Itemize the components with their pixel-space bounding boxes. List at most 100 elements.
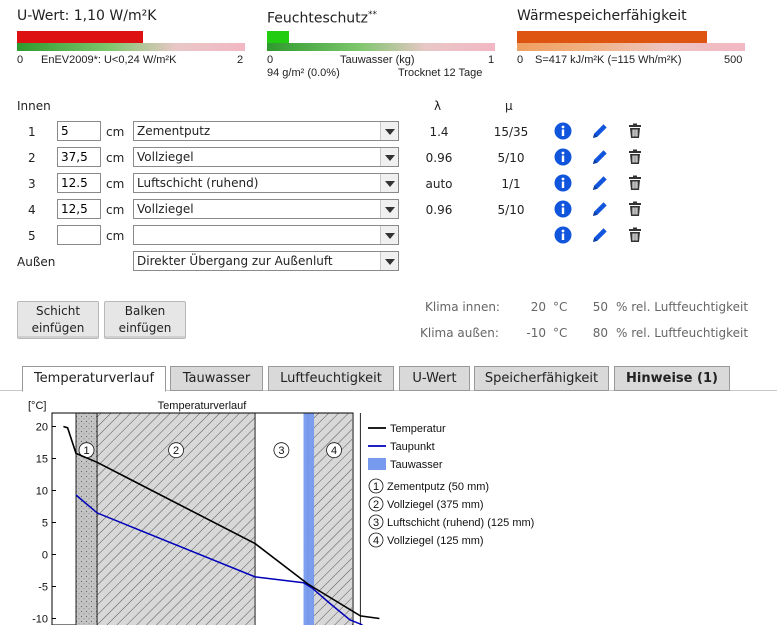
layer-thickness-input[interactable] <box>57 225 101 245</box>
tab-speicherfaehigkeit[interactable]: Speicherfähigkeit <box>474 366 609 391</box>
layer-material-select[interactable]: Vollziegel <box>133 199 399 219</box>
y-axis-label: [°C] <box>28 400 46 412</box>
layer-thickness-input[interactable] <box>57 121 101 141</box>
layer-material-value: Luftschicht (ruhend) <box>137 176 259 190</box>
feuchte-scale-max: 1 <box>488 54 495 66</box>
aussen-select[interactable]: Direkter Übergang zur Außenluft <box>133 251 399 271</box>
chart-title: Temperaturverlauf <box>158 400 248 412</box>
pencil-icon[interactable] <box>590 147 610 167</box>
layer-mu: 15/35 <box>493 125 529 139</box>
legend-layer-number: 1 <box>373 481 379 493</box>
info-icon[interactable] <box>553 225 573 245</box>
y-tick-label: 0 <box>42 550 48 562</box>
layer-material-select[interactable]: Zementputz <box>133 121 399 141</box>
speicher-bar-fill <box>517 31 707 43</box>
klima-aussen-label: Klima außen: <box>420 326 499 340</box>
layer-thickness-input[interactable] <box>57 199 101 219</box>
layer-number: 4 <box>28 203 36 217</box>
layer-mu: 1/1 <box>501 177 521 191</box>
tab-tauwasser[interactable]: Tauwasser <box>170 366 263 391</box>
chevron-down-icon <box>380 148 398 166</box>
feuchte-bar-fill <box>267 31 289 43</box>
trash-icon[interactable] <box>625 199 645 219</box>
layer-thickness-input[interactable] <box>57 147 101 167</box>
klima-innen-temp-unit: °C <box>553 300 568 314</box>
info-icon[interactable] <box>553 199 573 219</box>
feuchteschutz-title: Feuchteschutz** <box>267 10 378 27</box>
legend-layer-label: Zementputz (50 mm) <box>387 481 489 493</box>
layer-lambda: auto <box>425 177 453 191</box>
y-tick-label: -5 <box>38 582 48 594</box>
info-icon[interactable] <box>553 173 573 193</box>
klima-aussen-hum[interactable]: 80 <box>584 326 608 340</box>
layer-lambda: 1.4 <box>429 125 449 139</box>
chevron-down-icon <box>380 252 398 270</box>
layer-mu: 5/10 <box>497 203 525 217</box>
layer-lambda: 0.96 <box>425 203 453 217</box>
klima-innen-temp[interactable]: 20 <box>518 300 546 314</box>
layer-material-value: Vollziegel <box>137 150 194 164</box>
layer-material-value: Vollziegel <box>137 202 194 216</box>
pencil-icon[interactable] <box>590 199 610 219</box>
layer-unit: cm <box>106 229 125 243</box>
layer-material-select[interactable]: Luftschicht (ruhend) <box>133 173 399 193</box>
pencil-icon[interactable] <box>590 121 610 141</box>
layer-unit: cm <box>106 177 125 191</box>
trash-icon[interactable] <box>625 121 645 141</box>
layer-marker-label: 2 <box>173 445 179 457</box>
tab-luftfeuchtigkeit[interactable]: Luftfeuchtigkeit <box>268 366 394 391</box>
feuchte-sub-right: Trocknet 12 Tage <box>398 67 483 79</box>
speicher-scale-gradient <box>517 43 745 51</box>
trash-icon[interactable] <box>625 225 645 245</box>
feuchte-scale-gradient <box>267 43 495 51</box>
uwert-bar-fill <box>17 31 143 43</box>
layer-unit: cm <box>106 125 125 139</box>
uwert-scale-gradient <box>17 43 245 51</box>
legend-layer-label: Luftschicht (ruhend) (125 mm) <box>387 517 534 529</box>
legend-layer-label: Vollziegel (125 mm) <box>387 535 484 547</box>
uwert-scale-min: 0 <box>17 54 24 66</box>
balken-einfuegen-label-2: einfügen <box>118 321 172 335</box>
tab-hinweise[interactable]: Hinweise (1) <box>614 366 730 391</box>
balken-einfuegen-button[interactable]: Balken einfügen <box>104 301 186 339</box>
innen-label: Innen <box>17 99 51 113</box>
layer-marker-label: 3 <box>278 445 284 457</box>
layer-number: 5 <box>28 229 36 243</box>
y-tick-label: 20 <box>36 422 48 434</box>
feuchte-bar <box>267 31 495 56</box>
layer-material-select[interactable] <box>133 225 399 245</box>
layer-number: 2 <box>28 151 36 165</box>
legend-layer-number: 4 <box>373 535 379 547</box>
tab-temperaturverlauf[interactable]: Temperaturverlauf <box>22 366 166 392</box>
layer-unit: cm <box>106 203 125 217</box>
speicher-bar <box>517 31 745 56</box>
feuchte-sub-left: 94 g/m² (0.0%) <box>267 67 340 79</box>
layer-material-value: Zementputz <box>137 124 211 138</box>
uwert-scale-max: 2 <box>237 54 244 66</box>
pencil-icon[interactable] <box>590 225 610 245</box>
layer-thickness-input[interactable] <box>57 173 101 193</box>
schicht-einfuegen-button[interactable]: Schicht einfügen <box>17 301 99 339</box>
chevron-down-icon <box>380 174 398 192</box>
info-icon[interactable] <box>553 121 573 141</box>
legend-label-tauwasser: Tauwasser <box>390 459 443 471</box>
legend-label-taupunkt: Taupunkt <box>390 441 435 453</box>
layer-mu: 5/10 <box>497 151 525 165</box>
layer-marker-label: 1 <box>83 445 89 457</box>
layer-material-select[interactable]: Vollziegel <box>133 147 399 167</box>
info-icon[interactable] <box>553 147 573 167</box>
chevron-down-icon <box>380 226 398 244</box>
klima-innen-hum[interactable]: 50 <box>584 300 608 314</box>
balken-einfuegen-label-1: Balken <box>124 304 166 318</box>
layer-marker-label: 4 <box>331 445 337 457</box>
klima-aussen-temp[interactable]: -10 <box>518 326 546 340</box>
aussen-select-value: Direkter Übergang zur Außenluft <box>137 254 333 268</box>
pencil-icon[interactable] <box>590 173 610 193</box>
schicht-einfuegen-label-1: Schicht <box>35 304 81 318</box>
aussen-label: Außen <box>17 255 56 269</box>
tab-u-wert[interactable]: U-Wert <box>399 366 470 391</box>
speicher-title: Wärmespeicherfähigkeit <box>517 8 687 24</box>
y-tick-label: 5 <box>42 518 48 530</box>
trash-icon[interactable] <box>625 173 645 193</box>
trash-icon[interactable] <box>625 147 645 167</box>
